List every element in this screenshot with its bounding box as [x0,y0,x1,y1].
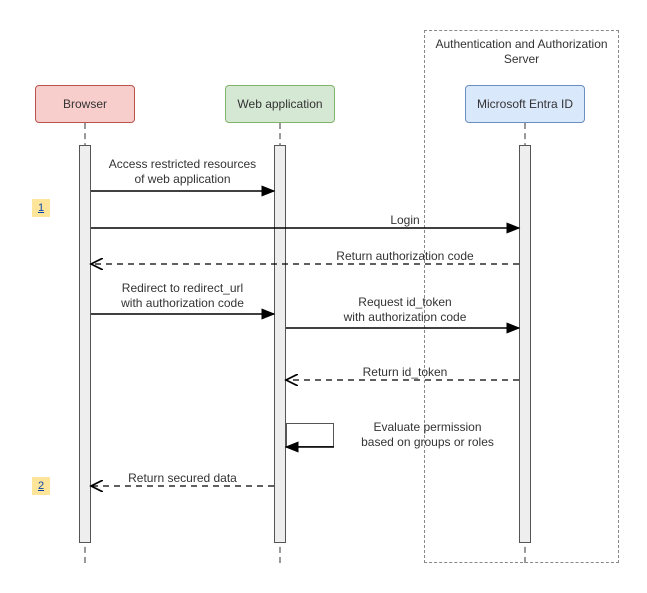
msg-return-auth-code: Return authorization code [300,249,510,264]
msg-redirect: Redirect to redirect_url with authorizat… [95,281,270,311]
msg-return-secured-data: Return secured data [95,471,270,486]
sequence-diagram: Authentication and Authorization Server … [0,0,647,593]
msg-evaluate-permission: Evaluate permission based on groups or r… [345,420,510,450]
msg-return-id-token: Return id_token [300,365,510,380]
msg-login: Login [300,213,510,228]
msg-access-resources: Access restricted resources of web appli… [95,157,270,187]
msg-request-id-token: Request id_token with authorization code [300,295,510,325]
